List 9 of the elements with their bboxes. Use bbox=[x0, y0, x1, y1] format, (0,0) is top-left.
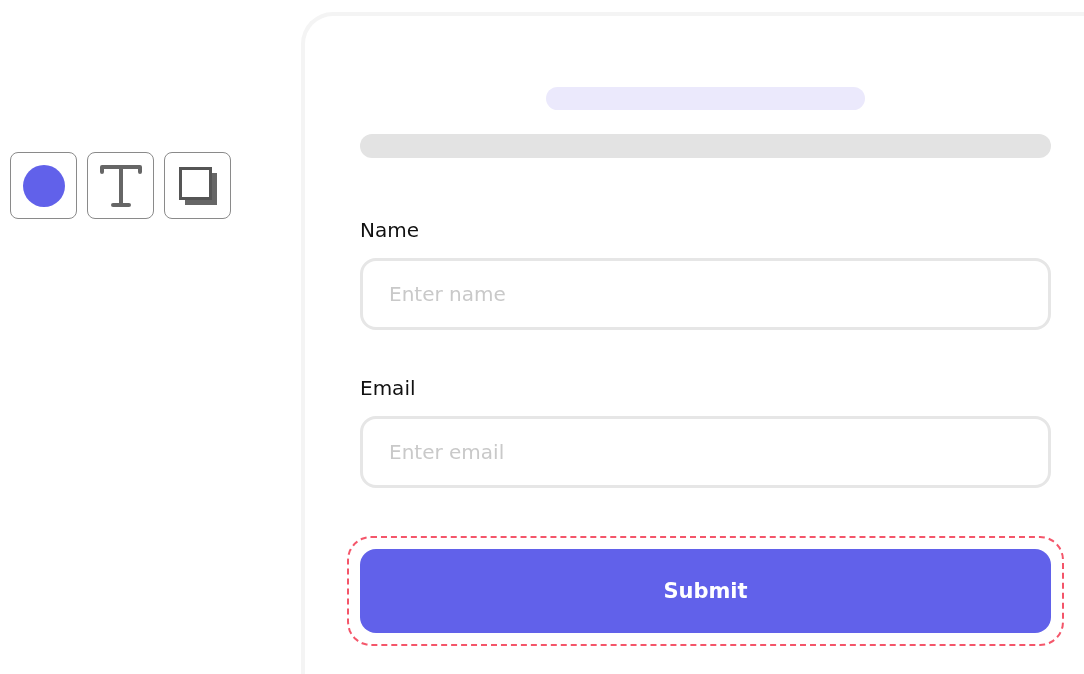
tool-button[interactable] bbox=[10, 152, 77, 219]
field-label: Email bbox=[360, 376, 417, 400]
text-icon bbox=[98, 163, 143, 208]
circle-icon bbox=[22, 164, 65, 207]
submit-button[interactable]: Submit bbox=[360, 549, 1051, 633]
layers-icon bbox=[178, 166, 217, 205]
tool-button[interactable] bbox=[164, 152, 231, 219]
tool-button[interactable] bbox=[87, 152, 154, 219]
field-label: Name bbox=[360, 218, 420, 242]
